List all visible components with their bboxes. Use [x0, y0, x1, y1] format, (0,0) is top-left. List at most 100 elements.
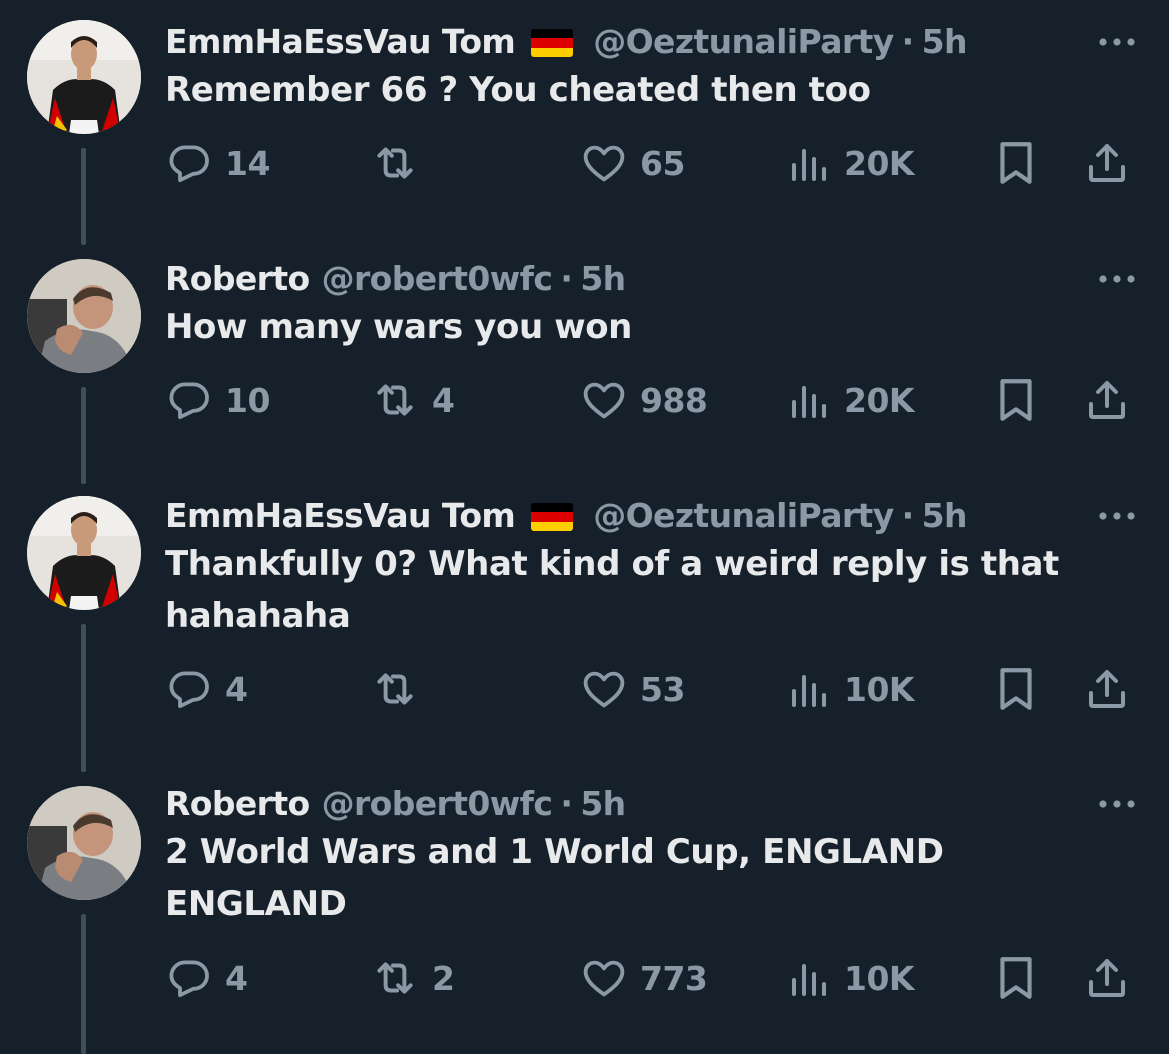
- views-count: 10K: [844, 958, 915, 998]
- retweet-button[interactable]: [370, 664, 432, 714]
- tweet[interactable]: EmmHaEssVau Tom @OeztunaliParty · 5h Rem…: [0, 20, 1169, 260]
- flag-stripe-black: [531, 503, 574, 513]
- reply-icon: [169, 671, 209, 709]
- avatar[interactable]: [27, 20, 141, 134]
- tweet-text: Thankfully 0? What kind of a weird reply…: [165, 544, 1059, 636]
- like-count: 773: [640, 958, 708, 998]
- more-options-button[interactable]: [1095, 494, 1139, 538]
- handle[interactable]: @robert0wfc: [322, 782, 553, 826]
- action-bar: 10 4 988 20K: [165, 375, 1145, 425]
- display-name[interactable]: EmmHaEssVau Tom: [165, 494, 516, 538]
- views-button[interactable]: 20K: [788, 138, 915, 188]
- tweet-text: Remember 66 ? You cheated then too: [165, 70, 871, 110]
- views-button[interactable]: 20K: [788, 375, 915, 425]
- bookmark-button[interactable]: [993, 138, 1039, 188]
- bookmark-icon: [1000, 142, 1032, 184]
- thread-line: [81, 624, 86, 772]
- flag-stripe-gold: [531, 47, 574, 57]
- like-icon: [583, 382, 625, 419]
- tweet[interactable]: Roberto @robert0wfc · 5h 2 World Wars an…: [0, 782, 1169, 1054]
- more-options-button[interactable]: [1095, 20, 1139, 64]
- share-button[interactable]: [1083, 138, 1131, 188]
- handle[interactable]: @OeztunaliParty: [593, 20, 894, 64]
- avatar-photo: [27, 496, 141, 610]
- avatar[interactable]: [27, 786, 141, 900]
- reply-count: 14: [225, 143, 270, 183]
- like-button[interactable]: 53: [580, 664, 685, 714]
- bookmark-button[interactable]: [993, 664, 1039, 714]
- reply-button[interactable]: 4: [165, 664, 248, 714]
- action-bar: 14 65 20K: [165, 138, 1145, 188]
- retweet-count: 4: [432, 380, 455, 420]
- like-button[interactable]: 988: [580, 375, 708, 425]
- tweet-text: 2 World Wars and 1 World Cup, ENGLAND EN…: [165, 832, 944, 924]
- views-count: 10K: [844, 669, 915, 709]
- avatar[interactable]: [27, 496, 141, 610]
- reply-count: 4: [225, 669, 248, 709]
- display-name[interactable]: Roberto: [165, 257, 310, 301]
- timestamp[interactable]: 5h: [580, 782, 626, 826]
- timestamp[interactable]: 5h: [922, 20, 968, 64]
- retweet-count: 2: [432, 958, 455, 998]
- reply-icon: [169, 382, 209, 420]
- like-count: 53: [640, 669, 685, 709]
- flag-de-icon: [531, 29, 574, 57]
- display-name[interactable]: EmmHaEssVau Tom: [165, 20, 516, 64]
- timestamp[interactable]: 5h: [580, 257, 626, 301]
- like-icon: [583, 671, 625, 708]
- retweet-icon: [377, 384, 413, 416]
- reply-button[interactable]: 14: [165, 138, 270, 188]
- views-button[interactable]: 10K: [788, 953, 915, 1003]
- thread-line: [81, 914, 86, 1054]
- bookmark-icon: [1000, 379, 1032, 421]
- bookmark-icon: [1000, 668, 1032, 710]
- action-bar: 4 2 773 10K: [165, 953, 1145, 1003]
- tweet-text: How many wars you won: [165, 307, 632, 347]
- separator-dot: ·: [560, 259, 573, 298]
- views-button[interactable]: 10K: [788, 664, 915, 714]
- more-icon: [1099, 800, 1135, 808]
- retweet-button[interactable]: 2: [370, 953, 455, 1003]
- tweet[interactable]: EmmHaEssVau Tom @OeztunaliParty · 5h Tha…: [0, 494, 1169, 784]
- share-button[interactable]: [1083, 953, 1131, 1003]
- flag-stripe-red: [531, 512, 574, 522]
- retweet-icon: [377, 962, 413, 994]
- more-options-button[interactable]: [1095, 257, 1139, 301]
- like-button[interactable]: 65: [580, 138, 685, 188]
- flag-stripe-gold: [531, 521, 574, 531]
- display-name[interactable]: Roberto: [165, 782, 310, 826]
- handle[interactable]: @robert0wfc: [322, 257, 553, 301]
- like-button[interactable]: 773: [580, 953, 708, 1003]
- reply-button[interactable]: 10: [165, 375, 270, 425]
- separator-dot: ·: [560, 784, 573, 823]
- bookmark-button[interactable]: [993, 375, 1039, 425]
- bookmark-icon: [1000, 957, 1032, 999]
- share-button[interactable]: [1083, 375, 1131, 425]
- reply-button[interactable]: 4: [165, 953, 248, 1003]
- like-count: 988: [640, 380, 708, 420]
- views-count: 20K: [844, 380, 915, 420]
- flag-stripe-red: [531, 38, 574, 48]
- handle[interactable]: @OeztunaliParty: [593, 494, 894, 538]
- like-icon: [583, 960, 625, 997]
- reply-icon: [169, 145, 209, 183]
- tweet[interactable]: Roberto @robert0wfc · 5h How many wars y…: [0, 257, 1169, 497]
- avatar[interactable]: [27, 259, 141, 373]
- tweet-header: Roberto @robert0wfc · 5h: [165, 257, 626, 301]
- thread-line: [81, 387, 86, 484]
- reply-icon: [169, 960, 209, 998]
- retweet-icon: [377, 147, 413, 179]
- avatar-photo: [27, 20, 141, 134]
- views-icon: [792, 149, 826, 181]
- retweet-button[interactable]: [370, 138, 432, 188]
- separator-dot: ·: [901, 22, 915, 61]
- bookmark-button[interactable]: [993, 953, 1039, 1003]
- flag-stripe-black: [531, 29, 574, 39]
- share-button[interactable]: [1083, 664, 1131, 714]
- reply-count: 4: [225, 958, 248, 998]
- more-icon: [1099, 512, 1135, 520]
- retweet-button[interactable]: 4: [370, 375, 455, 425]
- tweet-header: Roberto @robert0wfc · 5h: [165, 782, 626, 826]
- more-options-button[interactable]: [1095, 782, 1139, 826]
- timestamp[interactable]: 5h: [922, 494, 968, 538]
